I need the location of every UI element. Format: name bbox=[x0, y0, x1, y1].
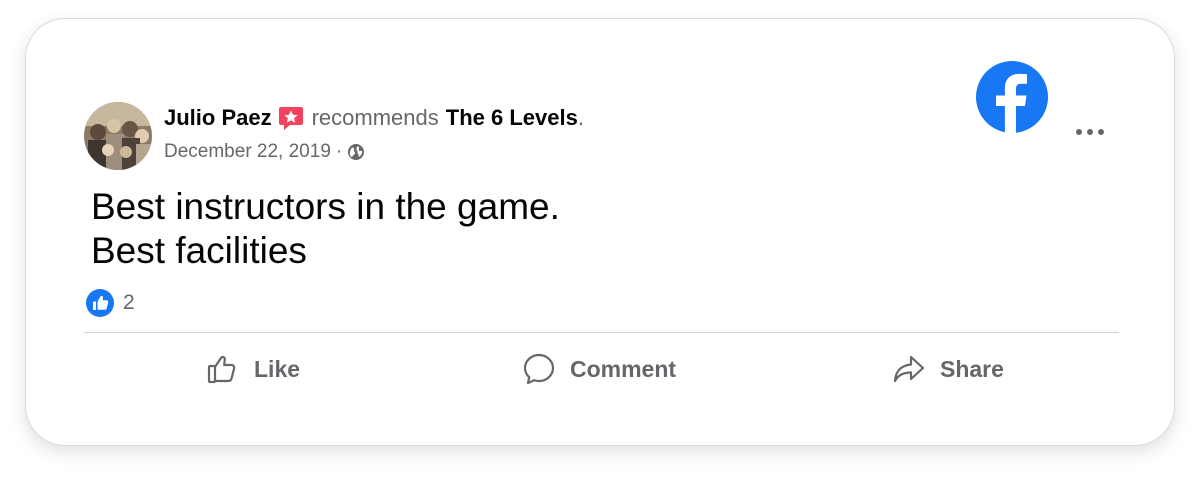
post-card: Julio Paez recommends The 6 Levels. Dece… bbox=[25, 18, 1175, 446]
comment-bubble-icon bbox=[523, 353, 555, 385]
avatar[interactable] bbox=[84, 102, 152, 170]
headline-period: . bbox=[577, 105, 584, 130]
reactions-summary[interactable]: 2 bbox=[86, 289, 135, 317]
more-options-icon[interactable] bbox=[1074, 122, 1106, 142]
share-button[interactable]: Share bbox=[892, 349, 1004, 389]
meta-separator: · bbox=[335, 141, 343, 162]
recommends-verb: recommends bbox=[311, 105, 439, 130]
author-name[interactable]: Julio Paez bbox=[164, 105, 272, 131]
like-button[interactable]: Like bbox=[206, 349, 300, 389]
share-arrow-icon bbox=[893, 355, 925, 383]
divider bbox=[84, 332, 1119, 333]
comment-label: Comment bbox=[570, 355, 677, 382]
post-meta: December 22, 2019 · bbox=[164, 141, 365, 163]
globe-icon bbox=[348, 144, 365, 160]
comment-button[interactable]: Comment bbox=[522, 349, 676, 389]
recommend-badge-icon bbox=[278, 107, 303, 130]
facebook-logo-icon bbox=[976, 61, 1048, 133]
post-headline: Julio Paez recommends The 6 Levels. bbox=[164, 105, 584, 131]
post-date[interactable]: December 22, 2019 bbox=[164, 141, 331, 163]
post-text-line: Best instructors in the game. bbox=[91, 186, 560, 227]
page-name[interactable]: The 6 Levels bbox=[446, 105, 578, 131]
share-label: Share bbox=[940, 355, 1004, 382]
post-text-line: Best facilities bbox=[91, 230, 307, 271]
like-label: Like bbox=[254, 355, 301, 382]
like-reaction-icon bbox=[86, 289, 114, 317]
thumbs-up-icon bbox=[207, 355, 236, 384]
post-text: Best instructors in the game. Best facil… bbox=[91, 185, 560, 273]
reaction-count: 2 bbox=[123, 291, 135, 314]
